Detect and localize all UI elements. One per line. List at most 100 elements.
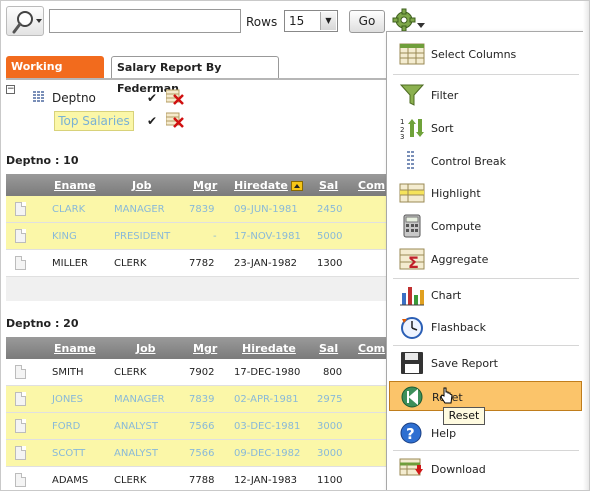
menu-item-flashback[interactable]: Flashback xyxy=(389,312,582,342)
column-header-hiredate[interactable]: Hiredate xyxy=(234,179,303,192)
filter-funnel-icon xyxy=(399,84,425,106)
group-title: Deptno : 10 xyxy=(6,154,79,167)
search-input[interactable] xyxy=(49,9,241,33)
row-detail-icon[interactable] xyxy=(15,473,26,487)
highlight-enabled-checkbox[interactable]: ✔ xyxy=(147,115,159,127)
menu-item-highlight[interactable]: Highlight xyxy=(389,178,582,208)
menu-item-label: Select Columns xyxy=(431,48,517,61)
clock-icon xyxy=(401,317,423,339)
menu-item-chart[interactable]: Chart xyxy=(389,280,582,310)
column-header-comm[interactable]: Com xyxy=(358,179,385,192)
menu-item-filter[interactable]: Filter xyxy=(389,80,582,110)
search-column-button[interactable] xyxy=(6,6,44,36)
cell-ename: KING xyxy=(52,231,77,242)
remove-control-break-icon[interactable] xyxy=(166,89,184,105)
cell-mgr: - xyxy=(213,231,217,242)
cell-hiredate: 12-JAN-1983 xyxy=(234,475,298,486)
cell-sal: 3000 xyxy=(317,448,343,459)
group-title: Deptno : 20 xyxy=(6,317,79,330)
cell-job: PRESIDENT xyxy=(114,231,171,242)
menu-item-label: Chart xyxy=(431,289,462,302)
cell-mgr: 7566 xyxy=(189,448,215,459)
collapse-toggle[interactable]: − xyxy=(6,85,15,94)
cell-sal: 1100 xyxy=(317,475,343,486)
select-columns-icon xyxy=(399,43,425,65)
row-detail-icon[interactable] xyxy=(15,365,26,379)
cell-hiredate: 02-APR-1981 xyxy=(234,394,299,405)
table-row: ADAMS CLERK 7788 12-JAN-1983 1100 xyxy=(6,467,387,490)
cell-hiredate: 23-JAN-1982 xyxy=(234,258,298,269)
cell-mgr: 7902 xyxy=(189,367,215,378)
report-table-group-1: Ename Job Mgr Hiredate Sal Com CLARK MAN… xyxy=(6,174,387,301)
row-detail-icon[interactable] xyxy=(15,256,26,270)
menu-item-sort[interactable]: 1 2 3 Sort xyxy=(389,113,582,143)
cell-ename: ADAMS xyxy=(52,475,89,486)
menu-item-compute[interactable]: Compute xyxy=(389,211,582,241)
chevron-down-icon: ▼ xyxy=(320,12,336,30)
control-break-label[interactable]: Deptno xyxy=(52,91,96,105)
cell-sal: 1300 xyxy=(317,258,343,269)
svg-text:3: 3 xyxy=(400,133,404,140)
control-break-enabled-checkbox[interactable]: ✔ xyxy=(147,92,159,104)
menu-item-reset[interactable]: Reset xyxy=(389,381,582,411)
column-header-job[interactable]: Job xyxy=(136,342,156,355)
menu-item-aggregate[interactable]: Σ Aggregate xyxy=(389,244,582,274)
cell-job: MANAGER xyxy=(114,394,165,405)
cell-hiredate: 17-NOV-1981 xyxy=(234,231,301,242)
menu-separator xyxy=(393,450,579,451)
menu-item-download[interactable]: Download xyxy=(389,454,582,484)
search-toolbar: Rows 15 ▼ Go xyxy=(6,6,431,37)
cell-hiredate: 09-JUN-1981 xyxy=(234,204,298,215)
column-header-ename[interactable]: Ename xyxy=(54,342,96,355)
menu-item-select-columns[interactable]: Select Columns xyxy=(389,39,582,69)
menu-item-control-break[interactable]: Control Break xyxy=(389,146,582,176)
menu-item-label: Help xyxy=(431,427,457,440)
menu-item-help[interactable]: ? Help xyxy=(389,418,582,448)
cell-mgr: 7566 xyxy=(189,421,215,432)
column-header-job[interactable]: Job xyxy=(132,179,152,192)
table-row: FORD ANALYST 7566 03-DEC-1981 3000 xyxy=(6,413,387,440)
cell-mgr: 7839 xyxy=(189,394,215,405)
cell-hiredate: 09-DEC-1982 xyxy=(234,448,301,459)
control-break-icon xyxy=(407,151,414,169)
svg-text:?: ? xyxy=(406,425,415,443)
rows-select-value: 15 xyxy=(289,14,305,28)
tab-working-report[interactable]: Working Report xyxy=(6,56,104,94)
table-row: SCOTT ANALYST 7566 09-DEC-1982 3000 xyxy=(6,440,387,467)
hand-cursor-icon xyxy=(440,387,453,404)
menu-item-label: Highlight xyxy=(431,187,481,200)
menu-item-save-report[interactable]: Save Report xyxy=(389,348,582,378)
cell-sal: 2450 xyxy=(317,204,343,215)
column-header-mgr[interactable]: Mgr xyxy=(193,342,217,355)
go-button[interactable]: Go xyxy=(349,10,385,33)
tab-salary-report[interactable]: Salary Report By Federman xyxy=(111,56,279,95)
column-header-comm[interactable]: Com xyxy=(358,342,385,355)
highlight-filter-top-salaries[interactable]: Top Salaries xyxy=(54,111,134,131)
table-row: KING PRESIDENT - 17-NOV-1981 5000 xyxy=(6,223,387,250)
sort-ascending-icon xyxy=(290,181,303,191)
actions-menu: Select Columns Filter 1 2 3 Sort Control… xyxy=(386,31,585,490)
row-detail-icon[interactable] xyxy=(15,202,26,216)
sigma-icon: Σ xyxy=(399,248,425,271)
reset-rewind-icon xyxy=(401,386,423,408)
row-detail-icon[interactable] xyxy=(15,419,26,433)
column-header-hiredate[interactable]: Hiredate xyxy=(242,342,296,355)
remove-highlight-icon[interactable] xyxy=(166,112,184,128)
magnifier-icon xyxy=(12,11,42,34)
cell-job: CLERK xyxy=(114,367,147,378)
column-header-ename[interactable]: Ename xyxy=(54,179,96,192)
menu-item-label: Save Report xyxy=(431,357,498,370)
column-header-sal[interactable]: Sal xyxy=(319,342,338,355)
row-detail-icon[interactable] xyxy=(15,229,26,243)
column-header-sal[interactable]: Sal xyxy=(319,179,338,192)
row-detail-icon[interactable] xyxy=(15,446,26,460)
cell-sal: 3000 xyxy=(317,421,343,432)
menu-separator xyxy=(393,345,579,346)
cell-mgr: 7782 xyxy=(189,258,215,269)
row-detail-icon[interactable] xyxy=(15,392,26,406)
help-icon: ? xyxy=(400,422,422,444)
menu-item-label: Filter xyxy=(431,89,459,102)
rows-select[interactable]: 15 ▼ xyxy=(284,10,338,32)
column-header-mgr[interactable]: Mgr xyxy=(193,179,217,192)
table-row: MILLER CLERK 7782 23-JAN-1982 1300 xyxy=(6,250,387,277)
